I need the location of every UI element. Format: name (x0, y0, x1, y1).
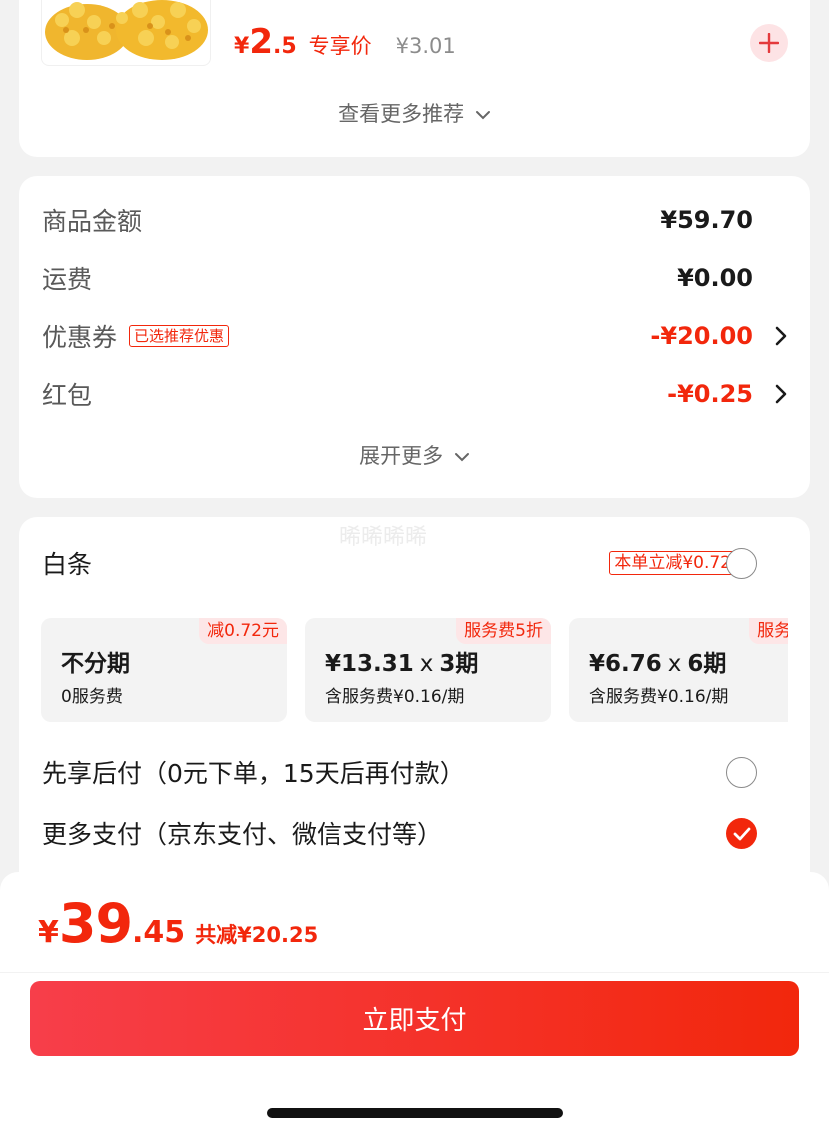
summary-row-coupon[interactable]: 优惠券 已选推荐优惠 -¥20.00 (42, 316, 787, 356)
plan-subtitle: 含服务费¥0.16/期 (589, 687, 729, 707)
summary-value: ¥0.00 (677, 264, 753, 292)
plan-3-installments[interactable]: 服务费5折 ¥13.31 x 3期 含服务费¥0.16/期 (305, 618, 551, 722)
baitiao-label: 白条 (42, 550, 93, 579)
total-currency: ¥ (38, 915, 59, 950)
plan-periods: 6期 (687, 651, 727, 677)
chevron-down-icon (475, 111, 490, 120)
payment-option-pay-later[interactable]: 先享后付（0元下单，15天后再付款） (42, 750, 758, 794)
order-summary-card: 商品金额 ¥59.70 运费 ¥0.00 优惠券 已选推荐优惠 -¥20.00 … (19, 176, 810, 498)
payment-option-baitiao[interactable]: 白条 本单立减¥0.72 (42, 541, 758, 585)
total-integer: 39 (58, 892, 133, 955)
pay-later-radio[interactable] (726, 757, 757, 788)
original-price: ¥3.01 (395, 34, 456, 58)
price-currency: ¥ (234, 34, 250, 59)
plan-subtitle: 含服务费¥0.16/期 (325, 687, 465, 707)
plan-title: 不分期 (61, 651, 130, 677)
divider (0, 972, 829, 973)
product-image-graphic (45, 0, 208, 60)
summary-label: 优惠券 (42, 323, 118, 352)
payment-option-more[interactable]: 更多支付（京东支付、微信支付等） (42, 811, 758, 855)
coupon-discount-value: -¥20.00 (650, 322, 753, 350)
more-payment-label: 更多支付（京东支付、微信支付等） (42, 820, 443, 849)
recommend-price: ¥ 2 .5 专享价 ¥3.01 (234, 22, 456, 62)
plan-6-installments[interactable]: 服务费5 ¥6.76x6期 含服务费¥0.16/期 (569, 618, 788, 722)
plan-title: ¥6.76 x 6期 (589, 644, 726, 678)
price-decimal: .5 (272, 34, 297, 59)
chevron-right-icon (775, 326, 787, 346)
red-packet-discount-value: -¥0.25 (667, 380, 753, 408)
plan-periods: 3期 (439, 651, 479, 677)
exclusive-price-label: 专享价 (308, 34, 372, 58)
expand-more-button[interactable]: 展开更多 (19, 440, 810, 470)
plan-tag: 服务费5 (749, 618, 788, 644)
see-more-recommendations-button[interactable]: 查看更多推荐 (19, 98, 810, 128)
summary-row-red-packet[interactable]: 红包 -¥0.25 (42, 374, 787, 414)
add-to-cart-button[interactable] (750, 24, 788, 62)
checkout-page: { "recommend": { "price_currency": "¥", … (0, 0, 829, 1133)
more-payment-radio-checked[interactable] (726, 818, 757, 849)
pay-now-button[interactable]: 立即支付 (30, 981, 799, 1056)
chevron-down-icon (454, 453, 469, 462)
total-decimal: .45 (132, 915, 186, 950)
plan-multiplier: x (419, 651, 434, 677)
summary-row-shipping: 运费 ¥0.00 (42, 258, 787, 298)
summary-label: 红包 (42, 381, 93, 410)
summary-label: 运费 (42, 265, 93, 294)
expand-more-label: 展开更多 (359, 444, 444, 468)
baitiao-radio[interactable] (726, 548, 757, 579)
total-price: ¥ 39 .45 共减¥20.25 (38, 892, 318, 955)
baitiao-discount-badge: 本单立减¥0.72 (609, 551, 736, 575)
product-image[interactable] (41, 0, 211, 66)
checkout-bottom-bar: ¥ 39 .45 共减¥20.25 立即支付 (0, 872, 829, 1133)
plan-no-installment[interactable]: 减0.72元 不分期 0服务费 (41, 618, 287, 722)
coupon-selected-badge: 已选推荐优惠 (129, 325, 230, 347)
plan-amount: ¥13.31 (325, 651, 414, 677)
summary-row-goods-amount: 商品金额 ¥59.70 (42, 200, 787, 240)
installment-plans: 减0.72元 不分期 0服务费 服务费5折 ¥13.31 x 3期 含服务费¥0.1… (41, 618, 788, 722)
see-more-label: 查看更多推荐 (338, 102, 465, 126)
plan-title: ¥13.31 x 3期 (325, 644, 478, 678)
plan-subtitle: 0服务费 (61, 687, 123, 707)
summary-label: 商品金额 (42, 207, 143, 236)
plan-tag: 减0.72元 (199, 618, 287, 644)
plan-multiplier: x (667, 651, 682, 677)
summary-value: ¥59.70 (660, 206, 753, 234)
price-integer: 2 (249, 22, 273, 62)
chevron-right-icon (775, 384, 787, 404)
plus-icon (759, 33, 779, 53)
checkmark-icon (733, 827, 750, 840)
plan-tag: 服务费5折 (456, 618, 551, 644)
home-indicator[interactable] (267, 1108, 563, 1118)
plan-amount: ¥6.76 (589, 651, 662, 677)
pay-later-label: 先享后付（0元下单，15天后再付款） (42, 759, 465, 788)
total-saved: 共减¥20.25 (195, 923, 319, 947)
recommend-card: ¥ 2 .5 专享价 ¥3.01 查看更多推荐 (19, 0, 810, 157)
